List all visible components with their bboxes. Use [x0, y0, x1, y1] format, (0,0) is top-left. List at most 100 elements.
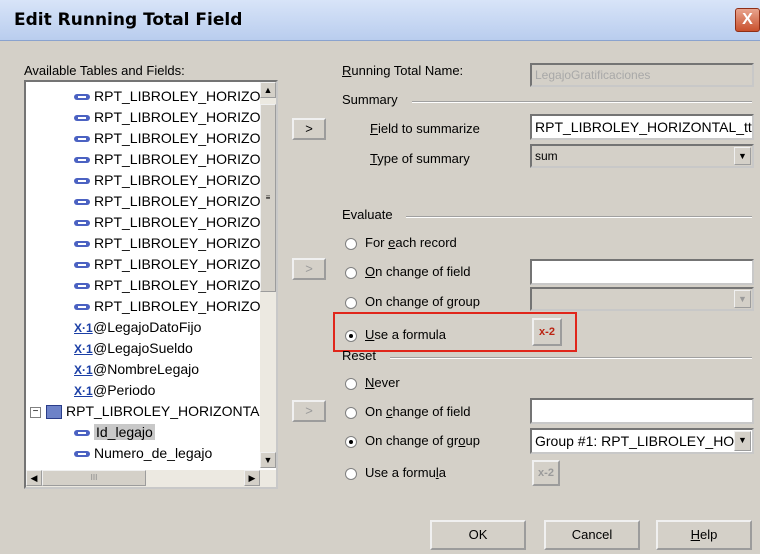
- table-icon: [46, 405, 62, 420]
- available-fields-label: Available Tables and Fields:: [24, 63, 185, 78]
- formula-editor-icon: x-2: [538, 467, 554, 479]
- tree-field-item[interactable]: X·1@LegajoDatoFijo: [74, 317, 201, 338]
- horizontal-scrollbar[interactable]: ◀ III ▶: [26, 470, 276, 487]
- tree-field-item[interactable]: RPT_LIBROLEY_HORIZO: [74, 296, 261, 317]
- chevron-down-icon[interactable]: ▼: [734, 290, 751, 308]
- summary-divider: [412, 101, 752, 103]
- tree-item-label: Id_legajo: [94, 424, 155, 440]
- field-icon: [74, 304, 90, 311]
- vertical-scrollbar[interactable]: ▲ ≡ ▼: [260, 82, 276, 468]
- reset-radio[interactable]: [345, 435, 357, 448]
- reset-group-value: Group #1: RPT_LIBROLEY_HOF: [535, 433, 743, 449]
- tree-field-item[interactable]: X·1@LegajoSueldo: [74, 338, 193, 359]
- tree-field-item[interactable]: RPT_LIBROLEY_HORIZO: [74, 149, 261, 170]
- summary-legend: Summary: [342, 92, 398, 107]
- formula-icon: X·1: [74, 363, 93, 377]
- tree-item-label: RPT_LIBROLEY_HORIZONTA: [66, 403, 260, 419]
- field-icon: [74, 451, 90, 458]
- tree-item-label: RPT_LIBROLEY_HORIZO: [94, 256, 261, 272]
- tree-field-item[interactable]: RPT_LIBROLEY_HORIZO: [74, 170, 261, 191]
- formula-icon: X·1: [74, 342, 93, 356]
- fields-tree[interactable]: RPT_LIBROLEY_HORIZO RPT_LIBROLEY_HORIZO RP…: [24, 80, 278, 489]
- reset-group-dropdown[interactable]: Group #1: RPT_LIBROLEY_HOF ▼: [530, 428, 754, 454]
- scroll-left-button[interactable]: ◀: [26, 470, 42, 486]
- tree-field-item[interactable]: X·1@Periodo: [74, 380, 155, 401]
- reset-option-1[interactable]: Never: [345, 375, 400, 390]
- cancel-button[interactable]: Cancel: [544, 520, 640, 550]
- evaluate-field-input[interactable]: [530, 259, 754, 285]
- tree-field-item[interactable]: RPT_LIBROLEY_HORIZO: [74, 275, 261, 296]
- reset-radio[interactable]: [345, 406, 357, 419]
- evaluate-option-3[interactable]: On change of group: [345, 294, 480, 309]
- type-of-summary-dropdown[interactable]: sum ▼: [530, 144, 754, 168]
- reset-formula-button[interactable]: x-2: [532, 460, 560, 486]
- ok-button[interactable]: OK: [430, 520, 526, 550]
- field-to-summarize-input[interactable]: RPT_LIBROLEY_HORIZONTAL_ttx: [530, 114, 754, 140]
- scroll-up-button[interactable]: ▲: [260, 82, 276, 98]
- add-reset-field-button[interactable]: >: [292, 400, 326, 422]
- reset-field-input[interactable]: [530, 398, 754, 424]
- tree-item-label: RPT_LIBROLEY_HORIZO: [94, 214, 261, 230]
- tree-field-item[interactable]: RPT_LIBROLEY_HORIZO: [74, 254, 261, 275]
- add-evaluate-field-button[interactable]: >: [292, 258, 326, 280]
- tree-item-label: RPT_LIBROLEY_HORIZO: [94, 88, 261, 104]
- collapse-icon[interactable]: −: [30, 406, 41, 418]
- scroll-thumb[interactable]: ≡: [260, 104, 276, 292]
- tree-item-label: @LegajoDatoFijo: [93, 319, 202, 335]
- tree-item-label: RPT_LIBROLEY_HORIZO: [94, 130, 261, 146]
- reset-divider: [390, 357, 752, 359]
- formula-icon: X·1: [74, 321, 93, 335]
- tree-field-item[interactable]: RPT_LIBROLEY_HORIZO: [74, 86, 261, 107]
- scroll-right-button[interactable]: ▶: [244, 470, 260, 486]
- tree-item-label: RPT_LIBROLEY_HORIZO: [94, 193, 261, 209]
- field-icon: [74, 178, 90, 185]
- chevron-down-icon[interactable]: ▼: [734, 431, 751, 451]
- close-button[interactable]: X: [735, 8, 760, 32]
- reset-option-2[interactable]: On change of field: [345, 404, 471, 419]
- tree-item-label: RPT_LIBROLEY_HORIZO: [94, 277, 261, 293]
- reset-radio[interactable]: [345, 467, 357, 480]
- evaluate-group-dropdown[interactable]: ▼: [530, 287, 754, 311]
- reset-option-3[interactable]: On change of group: [345, 433, 480, 448]
- tree-field-item[interactable]: X·1@NombreLegajo: [74, 359, 199, 380]
- tree-item-label: RPT_LIBROLEY_HORIZO: [94, 109, 261, 125]
- field-icon: [74, 220, 90, 227]
- tree-field-item[interactable]: RPT_LIBROLEY_HORIZO: [74, 191, 261, 212]
- tree-item-label: RPT_LIBROLEY_HORIZO: [94, 151, 261, 167]
- reset-option-label: On change of field: [365, 404, 471, 419]
- add-summarize-field-button[interactable]: >: [292, 118, 326, 140]
- type-of-summary-label-rest: ype of summary: [377, 151, 470, 166]
- evaluate-radio[interactable]: [345, 237, 357, 250]
- evaluate-option-1[interactable]: For each record: [345, 235, 457, 250]
- tree-item-label: RPT_LIBROLEY_HORIZO: [94, 172, 261, 188]
- highlight-box: [333, 312, 577, 352]
- field-icon: [74, 136, 90, 143]
- type-of-summary-label: Type of summary: [370, 151, 470, 166]
- reset-legend: Reset: [342, 348, 376, 363]
- tree-field-item[interactable]: RPT_LIBROLEY_HORIZO: [74, 107, 261, 128]
- reset-option-label: Never: [365, 375, 400, 390]
- hscroll-thumb[interactable]: III: [42, 470, 146, 486]
- tree-item-label: @LegajoSueldo: [93, 340, 193, 356]
- tree-item-label: @Periodo: [93, 382, 156, 398]
- tree-field-item[interactable]: RPT_LIBROLEY_HORIZO: [74, 233, 261, 254]
- field-icon: [74, 430, 90, 437]
- tree-field-item[interactable]: Numero_de_legajo: [74, 443, 212, 464]
- tree-field-item[interactable]: RPT_LIBROLEY_HORIZO: [74, 212, 261, 233]
- tree-item-label: RPT_LIBROLEY_HORIZO: [94, 298, 261, 314]
- tree-field-item[interactable]: Id_legajo: [74, 422, 155, 443]
- running-total-name-input[interactable]: LegajoGratificaciones: [530, 63, 754, 87]
- evaluate-option-2[interactable]: On change of field: [345, 264, 471, 279]
- evaluate-option-label: On change of group: [365, 294, 480, 309]
- chevron-down-icon[interactable]: ▼: [734, 147, 751, 165]
- field-icon: [74, 115, 90, 122]
- reset-option-4[interactable]: Use a formula: [345, 465, 446, 480]
- help-button[interactable]: Help: [656, 520, 752, 550]
- evaluate-radio[interactable]: [345, 296, 357, 309]
- tree-table-node[interactable]: − RPT_LIBROLEY_HORIZONTA: [30, 401, 259, 422]
- reset-radio[interactable]: [345, 377, 357, 390]
- scroll-down-button[interactable]: ▼: [260, 452, 276, 468]
- evaluate-divider: [406, 216, 752, 218]
- tree-field-item[interactable]: RPT_LIBROLEY_HORIZO: [74, 128, 261, 149]
- evaluate-radio[interactable]: [345, 266, 357, 279]
